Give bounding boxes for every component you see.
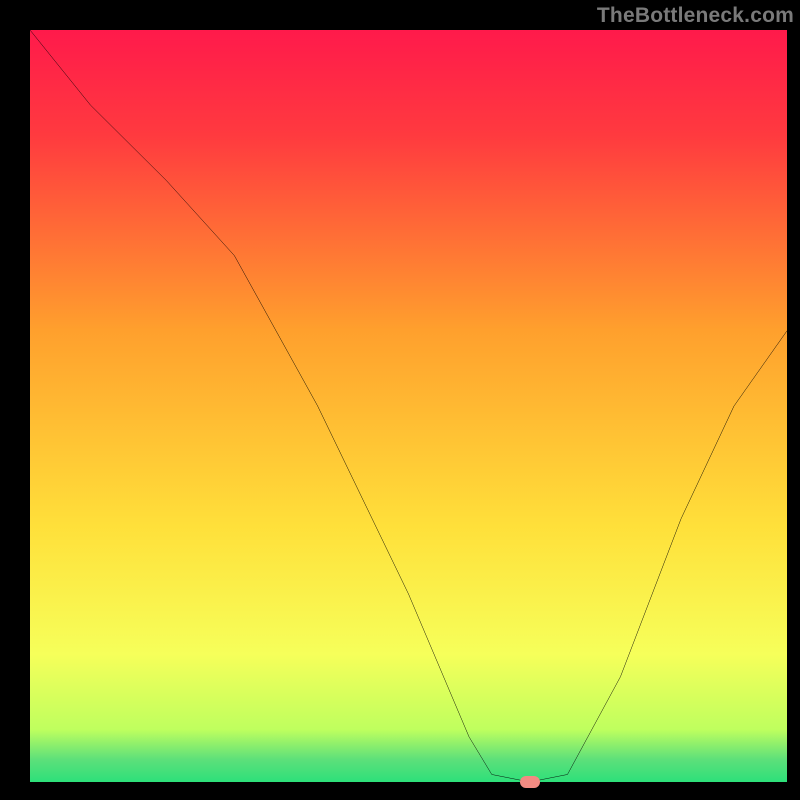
frame-right [787, 0, 800, 800]
chart-container: TheBottleneck.com [0, 0, 800, 800]
gradient-background [30, 30, 787, 782]
frame-bottom [0, 782, 800, 800]
plot-area [30, 30, 787, 782]
frame-left [0, 0, 30, 800]
watermark-text: TheBottleneck.com [597, 4, 794, 28]
